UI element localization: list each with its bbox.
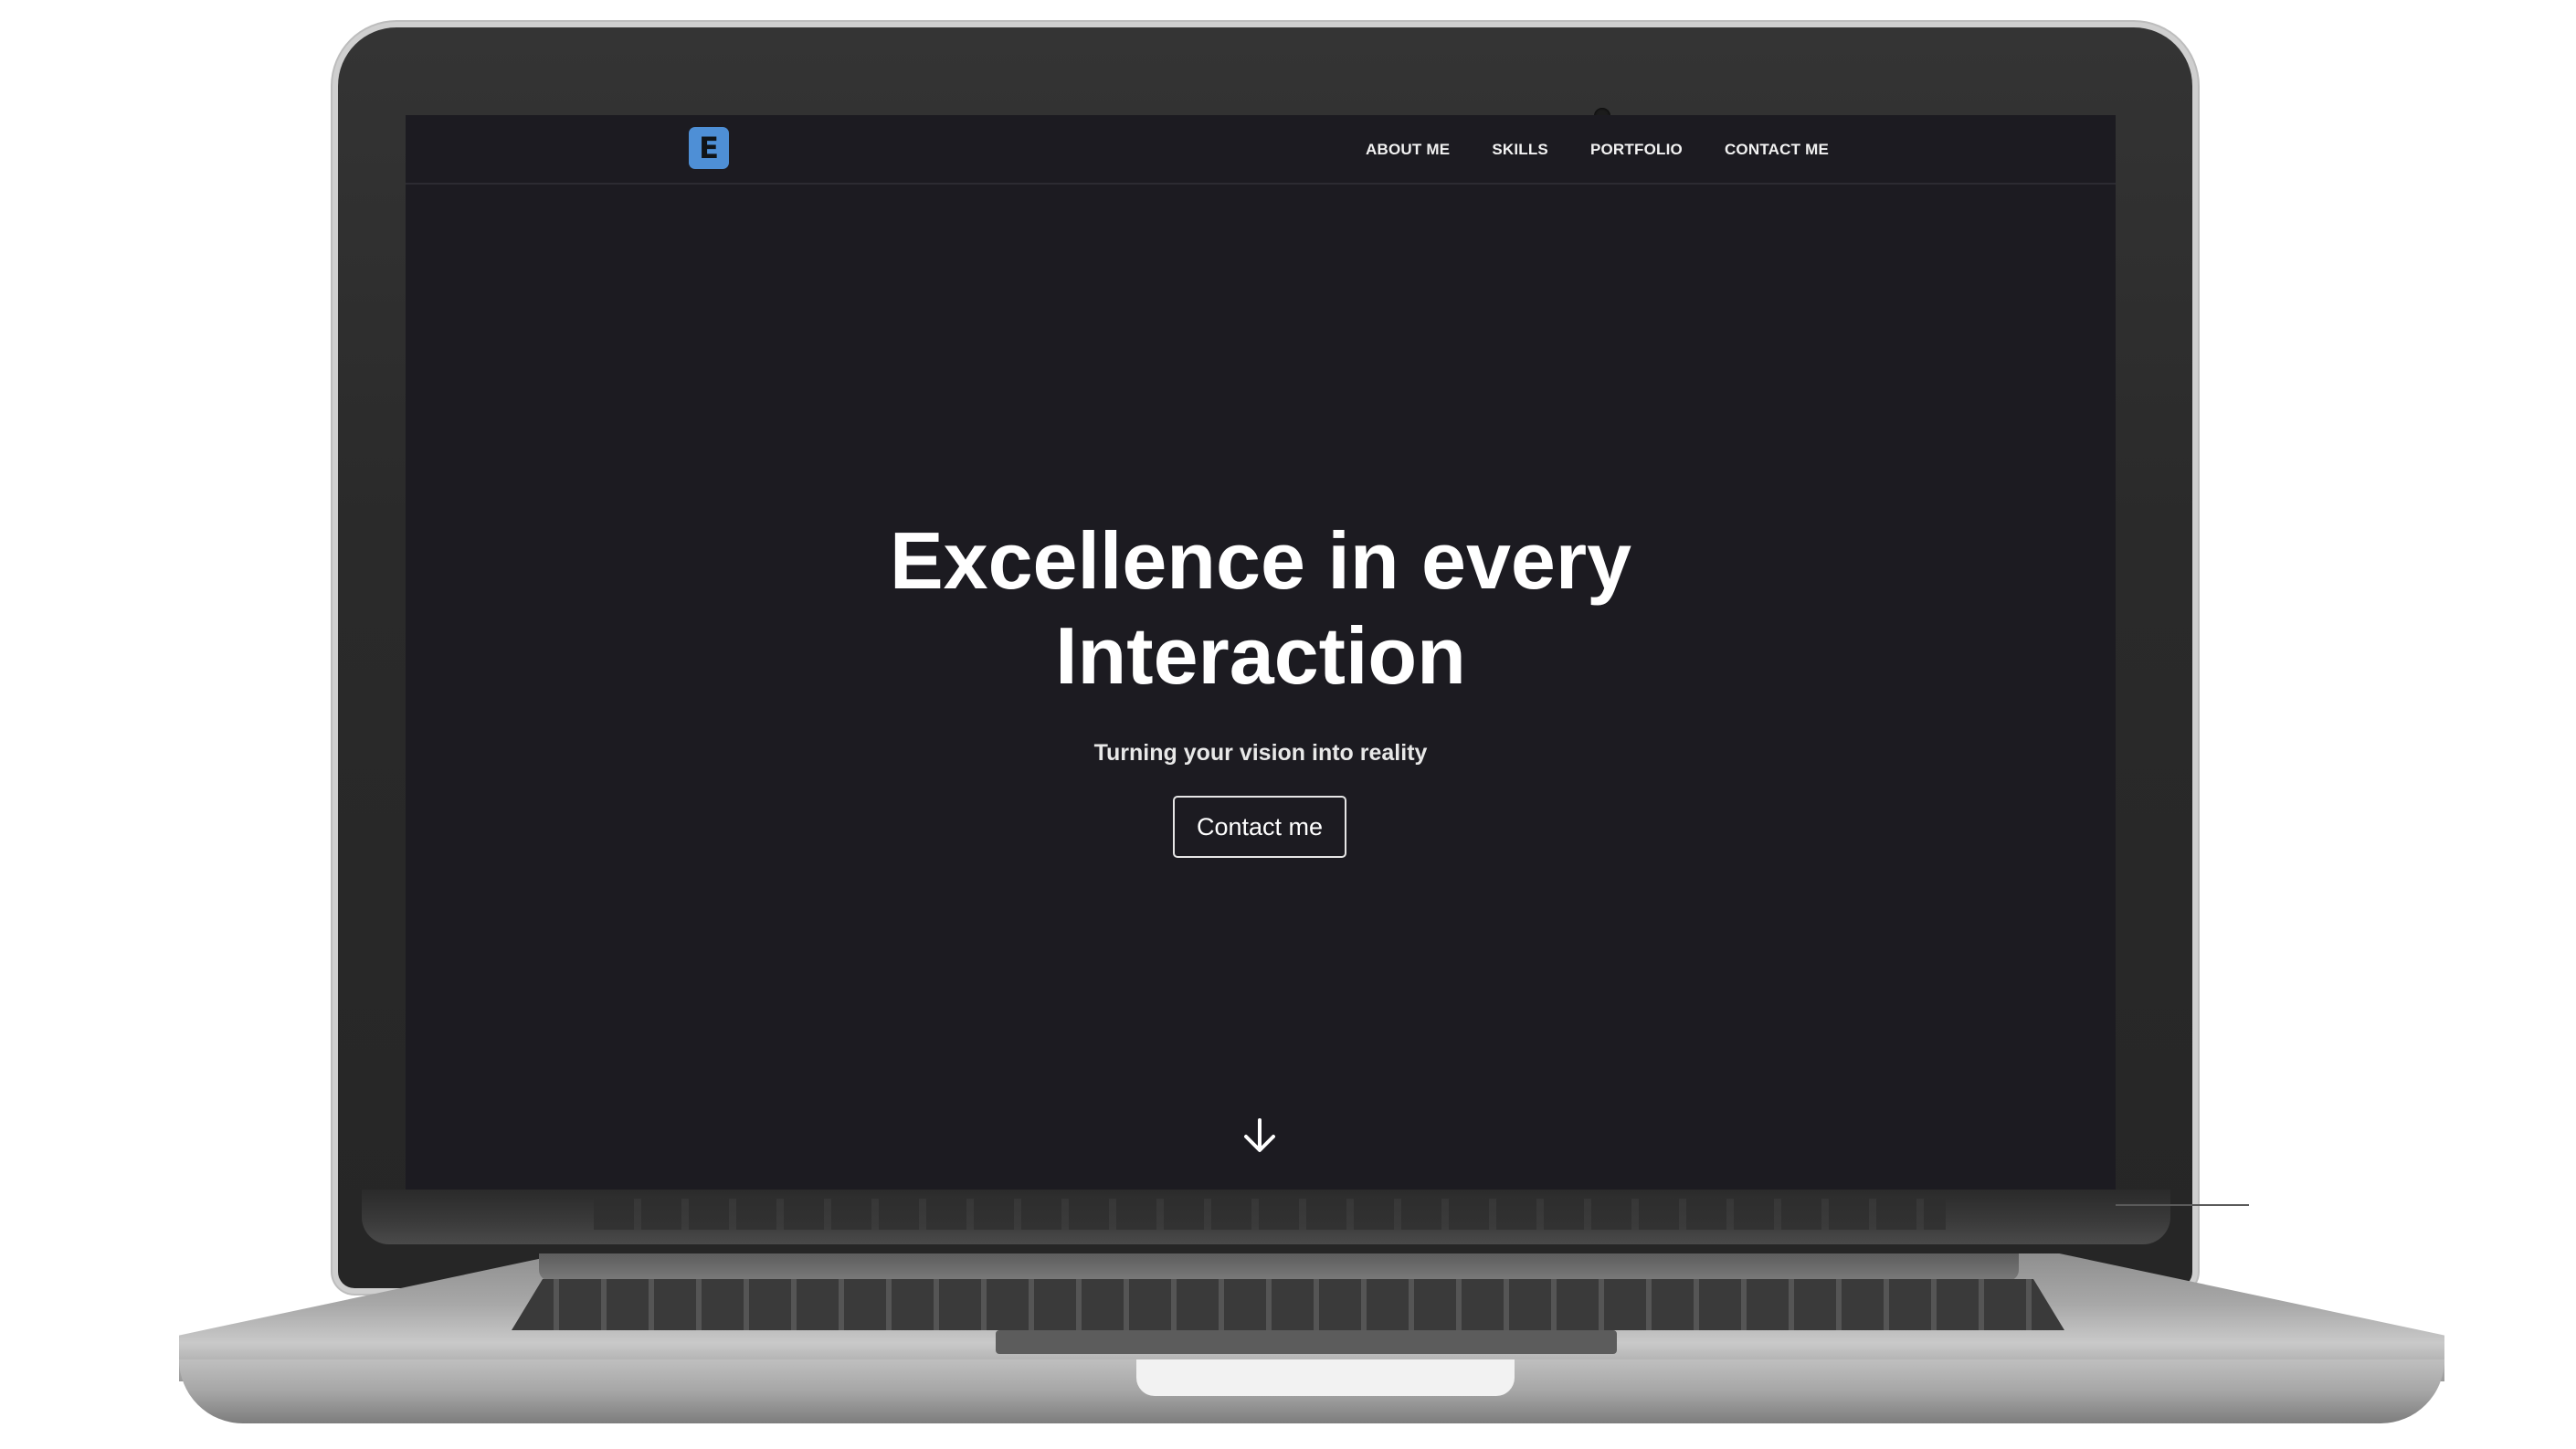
hero-title-line-2: Interaction [1055, 610, 1466, 701]
nav-skills[interactable]: SKILLS [1492, 141, 1548, 159]
arrow-down-icon[interactable] [1239, 1115, 1281, 1157]
shadow-line [2116, 1204, 2249, 1206]
nav-portfolio[interactable]: PORTFOLIO [1590, 141, 1683, 159]
laptop-trackpad [996, 1330, 1617, 1354]
hero-title: Excellence in every Interaction [406, 513, 2116, 703]
laptop-mockup: E ABOUT ME SKILLS PORTFOLIO CONTACT ME E… [0, 0, 2576, 1449]
laptop-notch [1136, 1359, 1515, 1396]
website-screen: E ABOUT ME SKILLS PORTFOLIO CONTACT ME E… [406, 115, 2116, 1190]
navbar: E ABOUT ME SKILLS PORTFOLIO CONTACT ME [406, 115, 2116, 185]
laptop-deck-top [539, 1253, 2019, 1281]
laptop-hinge-reflection [594, 1199, 1946, 1230]
hero-subtitle: Turning your vision into reality [1093, 740, 1428, 766]
laptop-keyboard [512, 1279, 2064, 1330]
nav-contact-me[interactable]: CONTACT ME [1725, 141, 1829, 159]
contact-me-button[interactable]: Contact me [1173, 796, 1346, 858]
hero-title-line-1: Excellence in every [889, 515, 1632, 606]
nav-links: ABOUT ME SKILLS PORTFOLIO CONTACT ME [1366, 115, 1829, 185]
logo[interactable]: E [689, 127, 729, 169]
nav-about-me[interactable]: ABOUT ME [1366, 141, 1450, 159]
